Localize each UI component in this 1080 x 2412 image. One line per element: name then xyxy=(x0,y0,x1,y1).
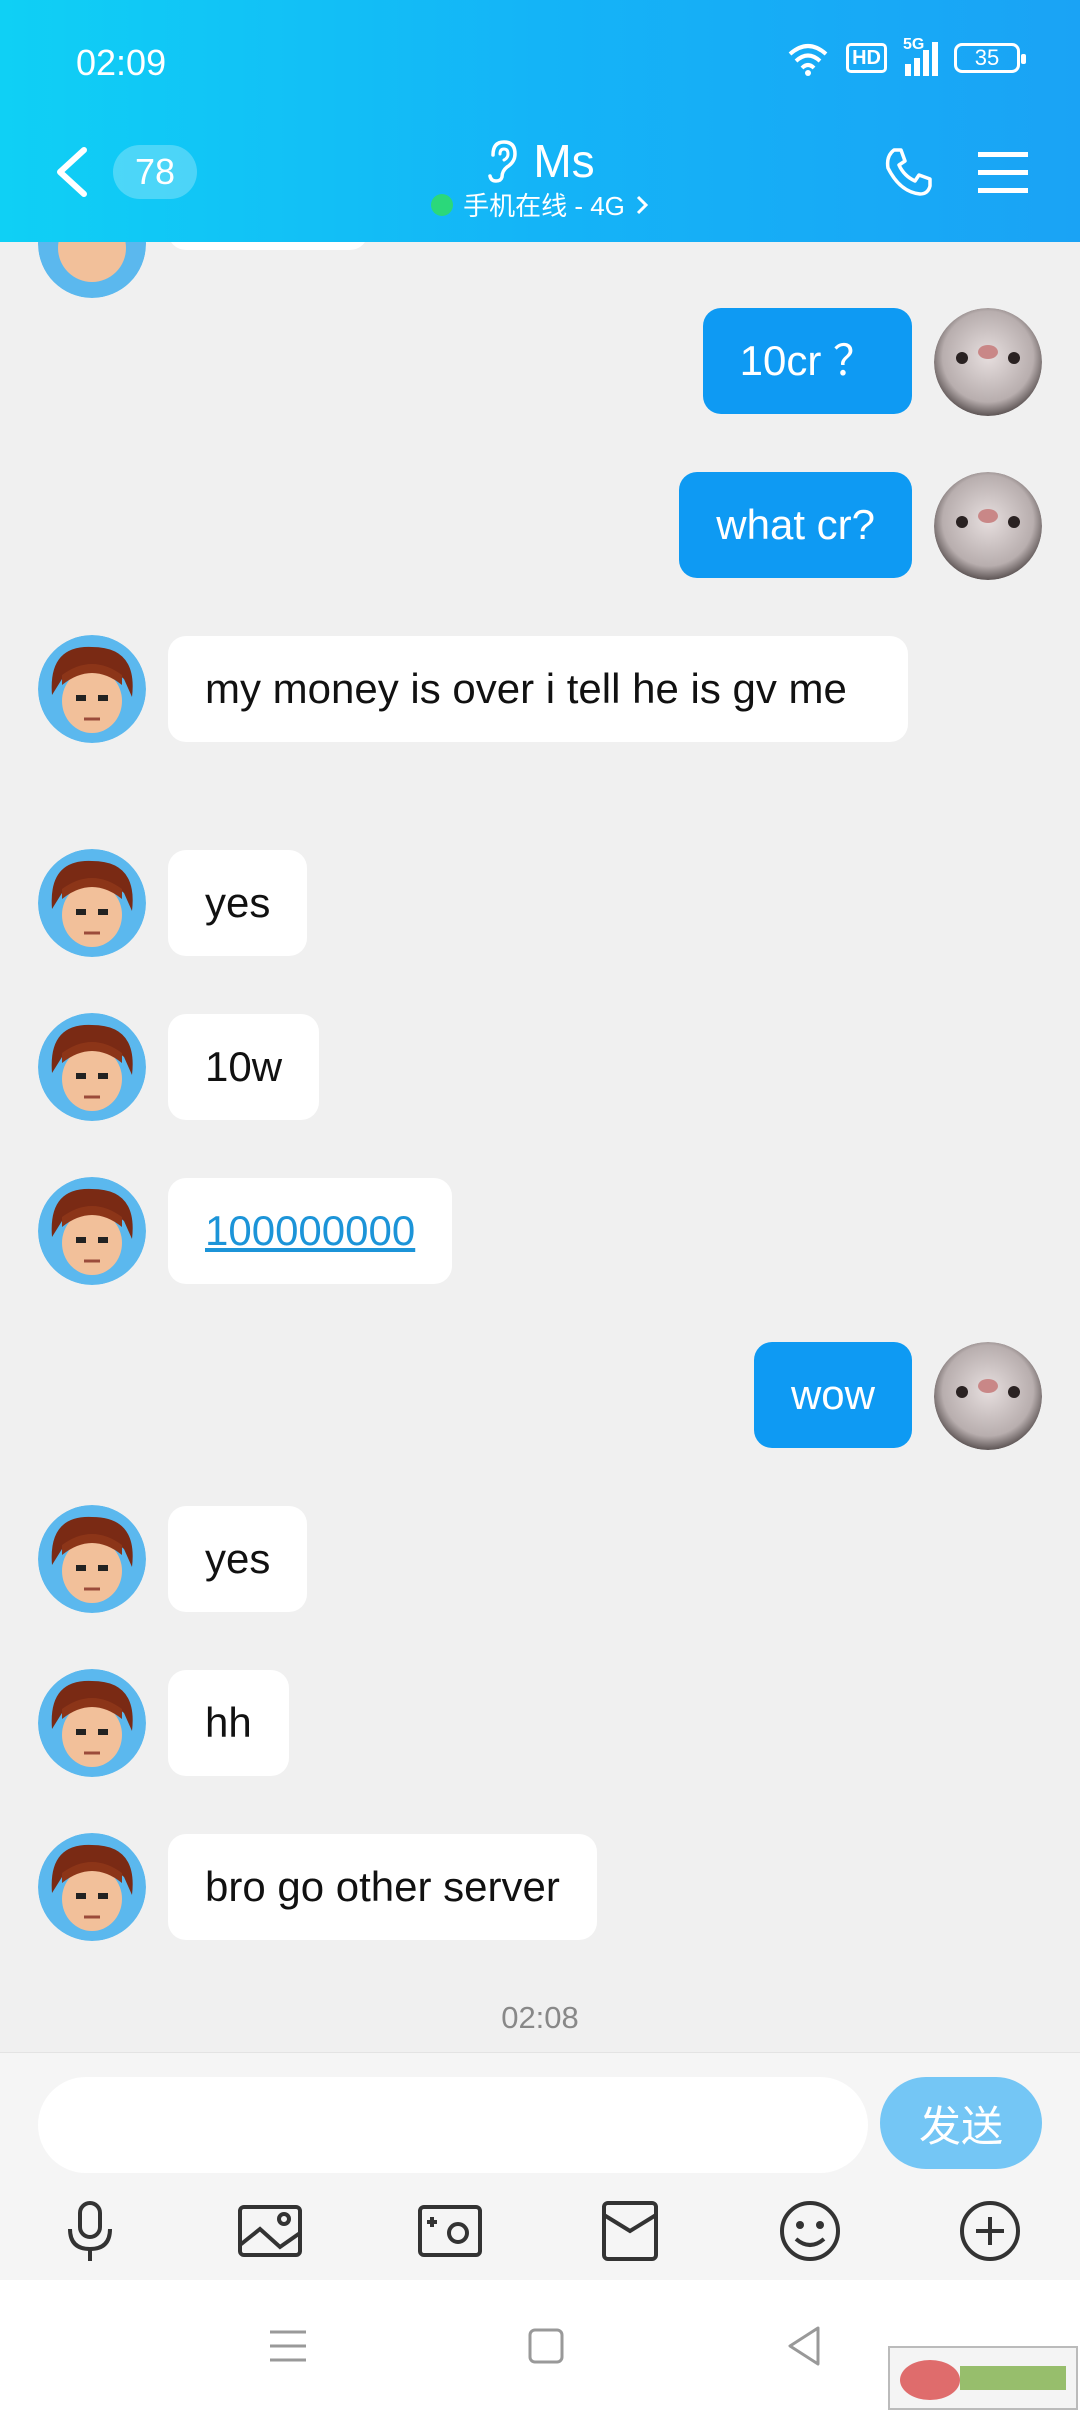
message-bubble-partial[interactable] xyxy=(168,242,368,250)
send-button[interactable]: 发送 xyxy=(880,2077,1042,2169)
contact-avatar[interactable] xyxy=(38,1669,146,1777)
message-bubble-incoming[interactable]: yes xyxy=(168,850,308,956)
number-link[interactable]: 100000000 xyxy=(205,1207,415,1254)
plus-icon[interactable] xyxy=(954,2195,1026,2267)
contact-avatar[interactable] xyxy=(38,1505,146,1613)
camera-icon[interactable] xyxy=(414,2195,486,2267)
wifi-icon xyxy=(788,44,828,76)
message-bubble-outgoing[interactable]: wow xyxy=(753,1342,912,1448)
microphone-icon[interactable] xyxy=(54,2195,126,2267)
status-icons: HD 5G 35 xyxy=(786,36,1026,76)
contact-name: Ms xyxy=(533,135,595,187)
phone-call-button[interactable] xyxy=(882,146,934,198)
message-bubble-outgoing[interactable]: what cr? xyxy=(679,472,912,578)
contact-avatar[interactable] xyxy=(38,1177,146,1285)
back-icon[interactable] xyxy=(778,2320,830,2372)
contact-avatar[interactable] xyxy=(38,849,146,957)
contact-avatar[interactable] xyxy=(38,1013,146,1121)
contact-avatar[interactable] xyxy=(38,1833,146,1941)
message-bubble-incoming[interactable]: yes xyxy=(168,1506,308,1612)
message-bubble-incoming[interactable]: my money is over i tell he is gv me xyxy=(168,636,908,742)
ear-icon xyxy=(488,140,518,183)
status-time: 02:09 xyxy=(76,42,167,83)
message-bubble-incoming[interactable]: hh xyxy=(168,1670,289,1776)
chat-header: 02:09 HD 5G 35 78 Ms 手机在线 - 4G xyxy=(0,0,1080,242)
my-avatar[interactable] xyxy=(934,472,1042,580)
my-avatar[interactable] xyxy=(934,308,1042,416)
home-icon[interactable] xyxy=(520,2320,572,2372)
my-avatar[interactable] xyxy=(934,1342,1042,1450)
red-packet-icon[interactable] xyxy=(594,2195,666,2267)
image-icon[interactable] xyxy=(234,2195,306,2267)
message-timestamp: 02:08 xyxy=(501,2000,579,2035)
online-dot xyxy=(431,193,454,216)
message-list[interactable]: 10cr ？ what cr? my money is over i tell … xyxy=(0,242,1080,2052)
network-type-label: 5G xyxy=(903,36,925,53)
recent-apps-icon[interactable] xyxy=(262,2320,314,2372)
watermark-logo xyxy=(888,2346,1078,2410)
online-status-text: 手机在线 - 4G xyxy=(463,191,625,221)
message-bubble-incoming: 100000000 xyxy=(168,1178,453,1284)
contact-avatar[interactable] xyxy=(38,635,146,743)
contact-avatar[interactable] xyxy=(38,242,146,298)
message-bubble-incoming[interactable]: 10w xyxy=(168,1014,320,1120)
emoji-icon[interactable] xyxy=(774,2195,846,2267)
message-bubble-incoming[interactable]: bro go other server xyxy=(168,1834,597,1940)
menu-button[interactable] xyxy=(978,150,1028,194)
message-bubble-outgoing[interactable]: 10cr ？ xyxy=(702,308,912,414)
signal-icon: 5G xyxy=(903,36,938,76)
composer: 发送 xyxy=(0,2052,1080,2280)
message-input[interactable] xyxy=(38,2077,868,2173)
hd-badge: HD xyxy=(846,43,887,73)
battery-icon: 35 xyxy=(954,43,1026,73)
chevron-right-icon xyxy=(636,195,649,214)
